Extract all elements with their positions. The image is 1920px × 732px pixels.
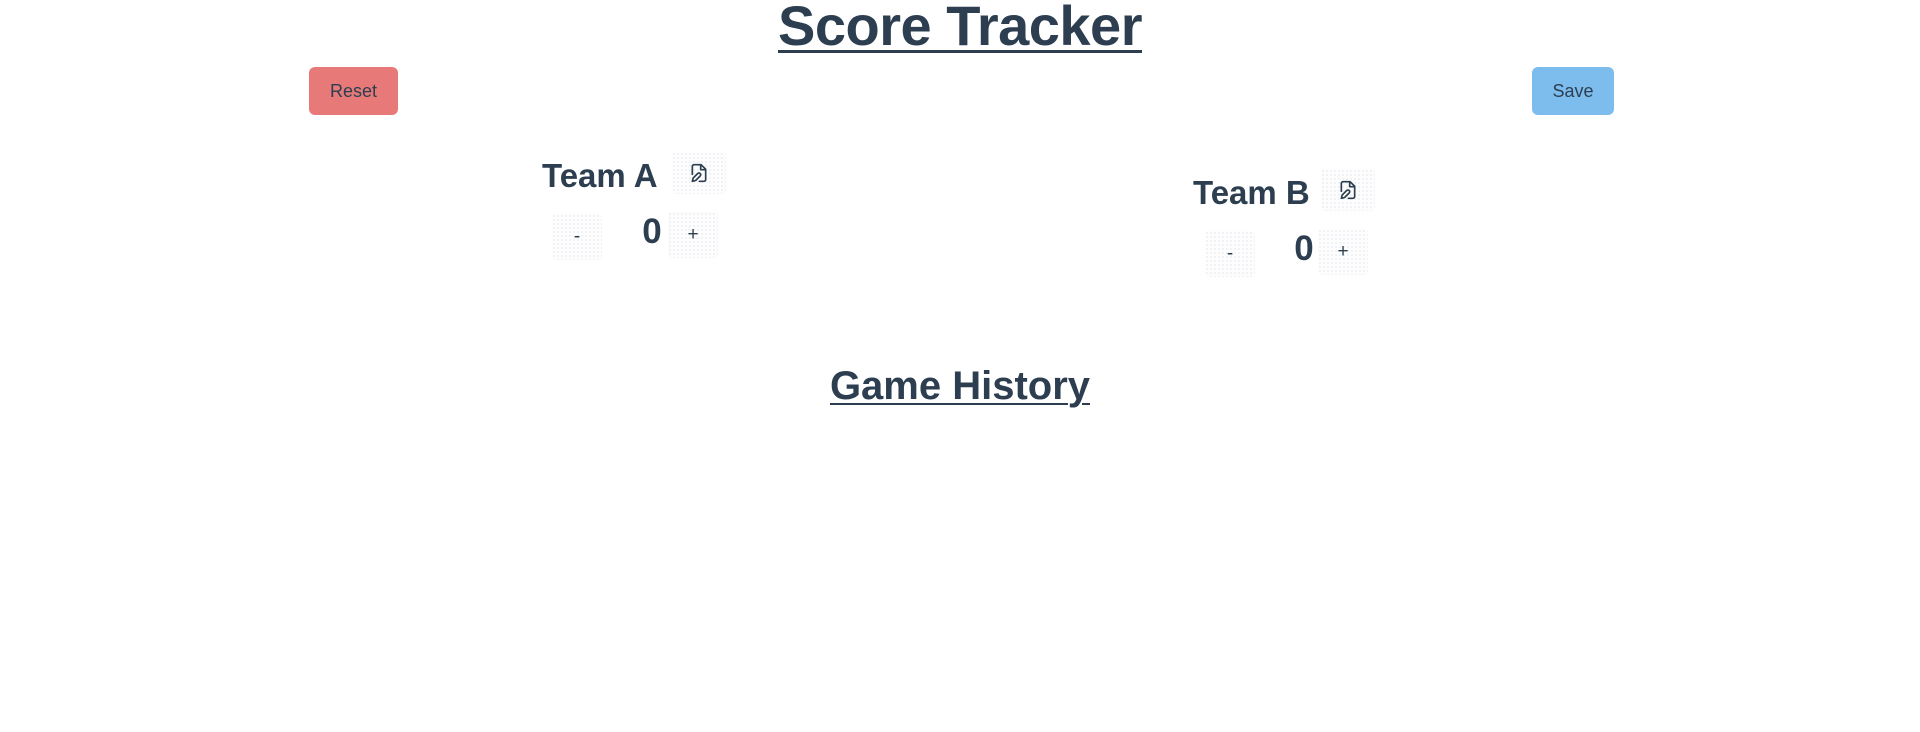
increment-score-button[interactable]: + <box>668 212 718 258</box>
reset-button[interactable]: Reset <box>309 67 398 115</box>
team-name: Team B <box>1193 174 1310 211</box>
decrement-score-button[interactable]: - <box>552 214 602 260</box>
team-score: 0 <box>642 212 662 251</box>
decrement-score-button[interactable]: - <box>1205 231 1255 277</box>
game-history-list <box>560 430 1360 690</box>
save-button[interactable]: Save <box>1532 67 1614 115</box>
team-card-a: Team A - 0 + <box>540 152 740 262</box>
file-edit-icon <box>1340 180 1356 200</box>
team-name: Team A <box>542 157 658 194</box>
file-edit-icon <box>691 163 707 183</box>
game-history-title: Game History <box>829 364 1091 408</box>
increment-score-button[interactable]: + <box>1318 229 1368 275</box>
team-card-b: Team B - 0 + <box>1193 169 1393 279</box>
edit-team-name-button[interactable] <box>672 152 726 194</box>
edit-team-name-button[interactable] <box>1321 169 1375 211</box>
page-title: Score Tracker <box>778 0 1142 57</box>
